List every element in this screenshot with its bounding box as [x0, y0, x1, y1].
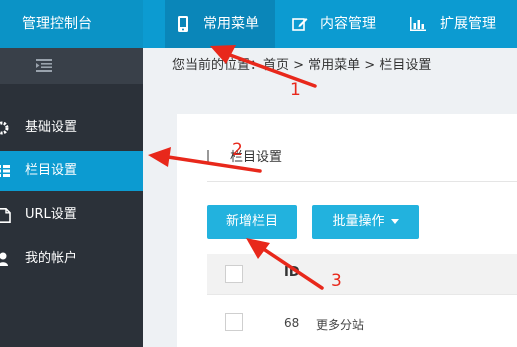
annotation-label-2: 2	[232, 140, 243, 160]
batch-operation-button[interactable]: 批量操作	[312, 205, 419, 239]
mobile-icon	[178, 16, 188, 32]
column-header-id: ID	[284, 265, 300, 280]
sidebar-item-label: URL设置	[25, 207, 77, 222]
nav-common-menu[interactable]: 常用菜单	[165, 0, 275, 48]
batch-operation-button-label: 批量操作	[332, 214, 385, 229]
sidebar-item-label: 栏目设置	[25, 163, 78, 178]
sidebar-item-label: 我的帐户	[25, 251, 78, 266]
brand-title[interactable]: 管理控制台	[0, 0, 143, 48]
list-icon	[0, 165, 10, 177]
annotation-label-1: 1	[290, 80, 301, 100]
title-accent-bar	[207, 150, 209, 164]
row-id: 68	[284, 316, 300, 330]
file-icon	[0, 208, 11, 223]
sidebar-item-label: 基础设置	[25, 120, 78, 135]
row-checkbox[interactable]	[225, 313, 243, 331]
nav-extension-manage-label: 扩展管理	[440, 16, 496, 32]
bar-chart-icon	[410, 17, 426, 31]
nav-common-menu-label: 常用菜单	[203, 16, 259, 32]
sidebar: 基础设置 栏目设置 URL设置 我的帐户	[0, 48, 143, 347]
caret-down-icon	[390, 219, 399, 224]
nav-content-manage[interactable]: 内容管理	[282, 0, 394, 48]
breadcrumb: 您当前的位置：首页 > 常用菜单 > 栏目设置	[172, 58, 432, 73]
sidebar-toggle[interactable]	[0, 48, 143, 84]
edit-icon	[292, 18, 308, 31]
gear-icon	[0, 121, 9, 135]
sidebar-item-basic-settings[interactable]: 基础设置	[0, 108, 143, 148]
sidebar-item-url-settings[interactable]: URL设置	[0, 195, 143, 235]
sidebar-item-my-account[interactable]: 我的帐户	[0, 239, 143, 279]
add-column-button[interactable]: 新增栏目	[207, 205, 297, 239]
row-name: 更多分站	[316, 318, 365, 332]
select-all-checkbox[interactable]	[225, 265, 243, 283]
table-header	[207, 254, 517, 294]
divider	[207, 181, 517, 182]
user-icon	[0, 252, 8, 266]
add-column-button-label: 新增栏目	[225, 214, 278, 229]
sidebar-item-column-settings[interactable]: 栏目设置	[0, 151, 143, 191]
nav-content-manage-label: 内容管理	[320, 16, 376, 32]
nav-extension-manage[interactable]: 扩展管理	[398, 0, 517, 48]
divider	[207, 294, 517, 295]
annotation-label-3: 3	[331, 271, 342, 291]
indent-icon	[36, 59, 52, 72]
